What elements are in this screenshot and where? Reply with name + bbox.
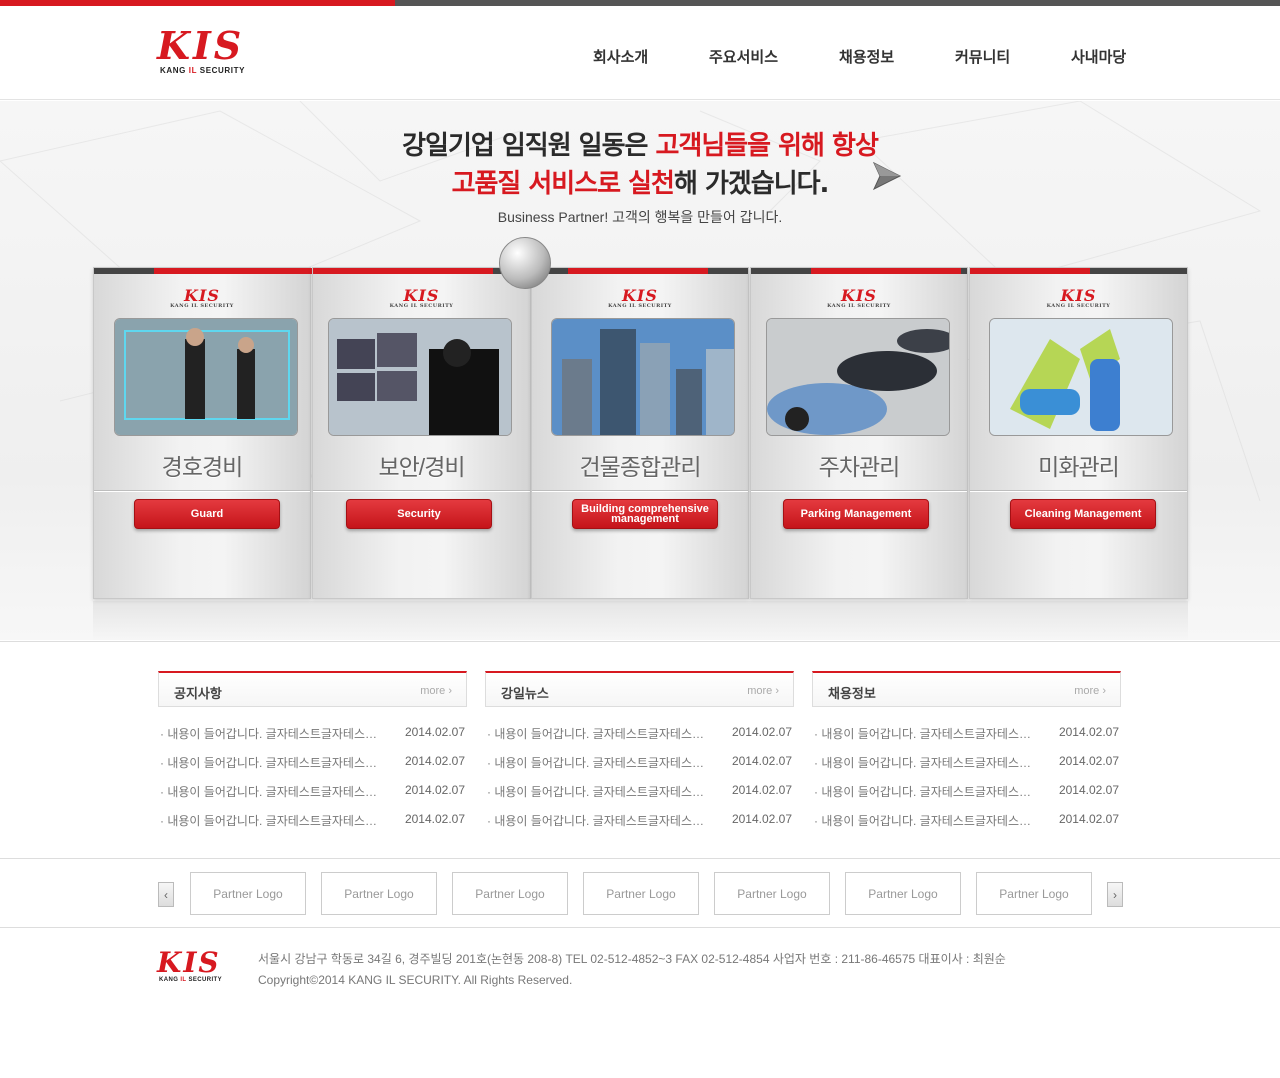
- panel-logo: KIS KANG IL SECURITY: [1046, 286, 1111, 309]
- board-recruit: 채용정보 more › · 내용이 들어갑니다. 글자테스트글자테스트글자테스트…: [812, 671, 1121, 841]
- panel-logo: KIS KANG IL SECURITY: [389, 286, 454, 309]
- partner-logo[interactable]: Partner Logo: [976, 872, 1092, 915]
- main-nav: 회사소개 주요서비스 채용정보 커뮤니티 사내마당: [560, 46, 1160, 66]
- list-item[interactable]: · 내용이 들어갑니다. 글자테스트글자테스트글자테스트2014.02.07: [485, 812, 794, 841]
- hero-banner: 강일기업 임직원 일동은 고객님들을 위해 항상 고품질 서비스로 실천해 가겠…: [0, 101, 1280, 640]
- list-item[interactable]: · 내용이 들어갑니다. 글자테스트글자테스트글자테스트2014.02.07: [158, 754, 467, 783]
- service-title: 건물종합관리: [579, 454, 702, 480]
- list-item[interactable]: · 내용이 들어갑니다. 글자테스트글자테스트글자테스트2014.02.07: [158, 725, 467, 754]
- list-item[interactable]: · 내용이 들어갑니다. 글자테스트글자테스트글자테스트2014.02.07: [485, 783, 794, 812]
- partner-logo[interactable]: Partner Logo: [845, 872, 961, 915]
- list-item[interactable]: · 내용이 들어갑니다. 글자테스트글자테스트글자테스트2014.02.07: [158, 812, 467, 841]
- guard-button[interactable]: Guard: [134, 499, 280, 529]
- bodyguards-photo: [114, 318, 298, 436]
- partner-logo[interactable]: Partner Logo: [321, 872, 437, 915]
- list-item[interactable]: · 내용이 들어갑니다. 글자테스트글자테스트글자테스트2014.02.07: [485, 725, 794, 754]
- hero-headline: 강일기업 임직원 일동은 고객님들을 위해 항상 고품질 서비스로 실천해 가겠…: [0, 127, 1280, 227]
- more-link[interactable]: more ›: [747, 685, 779, 697]
- board-title: 공지사항: [174, 686, 222, 701]
- list-item[interactable]: · 내용이 들어갑니다. 글자테스트글자테스트글자테스트2014.02.07: [158, 783, 467, 812]
- board-section: 공지사항 more › · 내용이 들어갑니다. 글자테스트글자테스트글자테스트…: [0, 641, 1280, 859]
- building-management-button[interactable]: Building comprehensive management: [572, 499, 718, 529]
- service-panel-guard: KIS KANG IL SECURITY 경호경비 Guard: [93, 267, 312, 599]
- list-item[interactable]: · 내용이 들어갑니다. 글자테스트글자테스트글자테스트2014.02.07: [812, 812, 1121, 841]
- nav-services[interactable]: 주요서비스: [709, 46, 778, 67]
- partner-logo[interactable]: Partner Logo: [452, 872, 568, 915]
- chevron-left-icon[interactable]: ‹: [158, 882, 174, 907]
- partner-logo[interactable]: Partner Logo: [714, 872, 830, 915]
- partner-carousel: ‹ Partner Logo Partner Logo Partner Logo…: [0, 861, 1280, 928]
- list-item[interactable]: · 내용이 들어갑니다. 글자테스트글자테스트글자테스트2014.02.07: [485, 754, 794, 783]
- service-title: 보안/경비: [378, 454, 465, 480]
- headline-line1-black: 강일기업 임직원 일동은: [402, 131, 656, 161]
- headline-line2-black: 해 가겠습니다.: [673, 169, 829, 199]
- partner-logo[interactable]: Partner Logo: [583, 872, 699, 915]
- site-logo[interactable]: KIS KANG IL SECURITY: [157, 23, 267, 80]
- board-title: 채용정보: [828, 686, 876, 701]
- site-footer: KIS KANG IL SECURITY 서울시 강남구 학동로 34길 6, …: [0, 929, 1280, 1078]
- service-panel-building: KIS KANG IL SECURITY 건물종합관리 Building comp…: [531, 267, 749, 599]
- cleaning-management-button[interactable]: Cleaning Management: [1010, 499, 1156, 529]
- arrow-right-icon[interactable]: [870, 159, 904, 193]
- list-item[interactable]: · 내용이 들어갑니다. 글자테스트글자테스트글자테스트2014.02.07: [812, 754, 1121, 783]
- nav-intranet[interactable]: 사내마당: [1071, 46, 1126, 67]
- nav-company[interactable]: 회사소개: [593, 46, 648, 67]
- globe-ornament: [499, 237, 551, 289]
- footer-copyright: Copyright©2014 KANG IL SECURITY. All Rig…: [258, 973, 573, 987]
- more-link[interactable]: more ›: [420, 685, 452, 697]
- security-button[interactable]: Security: [346, 499, 492, 529]
- service-panel-security: KIS KANG IL SECURITY 보안/경비 Security: [312, 267, 531, 599]
- parked-cars-photo: [766, 318, 950, 436]
- footer-address: 서울시 강남구 학동로 34길 6, 경주빌딩 201호(논현동 208-8) …: [258, 952, 1006, 966]
- board-notice: 공지사항 more › · 내용이 들어갑니다. 글자테스트글자테스트글자테스트…: [158, 671, 467, 841]
- list-item[interactable]: · 내용이 들어갑니다. 글자테스트글자테스트글자테스트2014.02.07: [812, 725, 1121, 754]
- service-title: 경호경비: [161, 454, 244, 480]
- list-item[interactable]: · 내용이 들어갑니다. 글자테스트글자테스트글자테스트2014.02.07: [812, 783, 1121, 812]
- panel-logo: KIS KANG IL SECURITY: [170, 286, 234, 309]
- panel-logo: KIS KANG IL SECURITY: [608, 286, 672, 309]
- board-news: 강일뉴스 more › · 내용이 들어갑니다. 글자테스트글자테스트글자테스트…: [485, 671, 794, 841]
- buildings-photo: [551, 318, 735, 436]
- service-title: 주차관리: [818, 454, 901, 480]
- cctv-monitoring-photo: [328, 318, 512, 436]
- service-title: 미화관리: [1038, 454, 1120, 480]
- cleaning-supplies-photo: [989, 318, 1173, 436]
- footer-info: 서울시 강남구 학동로 34길 6, 경주빌딩 201호(논현동 208-8) …: [258, 949, 1006, 991]
- logo-subtitle: KANG IL SECURITY: [160, 66, 246, 75]
- partner-logo[interactable]: Partner Logo: [190, 872, 306, 915]
- service-panel-parking: KIS KANG IL SECURITY 주차관리 Parking Managem…: [750, 267, 968, 599]
- logo-mark: KIS: [157, 23, 245, 68]
- service-panel-cleaning: KIS KANG IL SECURITY 미화관리 Cleaning Manage…: [969, 267, 1188, 599]
- site-header: KIS KANG IL SECURITY 회사소개 주요서비스 채용정보 커뮤니…: [0, 6, 1280, 100]
- panel-reflection: [93, 601, 1188, 640]
- hero-tagline: Business Partner! 고객의 행복을 만들어 갑니다.: [497, 209, 783, 225]
- headline-line1-red: 고객님들을 위해 항상: [655, 131, 878, 161]
- nav-community[interactable]: 커뮤니티: [955, 46, 1010, 67]
- more-link[interactable]: more ›: [1074, 685, 1106, 697]
- chevron-right-icon[interactable]: ›: [1107, 882, 1123, 907]
- panel-logo: KIS KANG IL SECURITY: [827, 286, 891, 309]
- headline-line2-red: 고품질 서비스로 실천: [451, 169, 675, 199]
- nav-recruit[interactable]: 채용정보: [839, 46, 894, 67]
- parking-management-button[interactable]: Parking Management: [783, 499, 929, 529]
- board-title: 강일뉴스: [501, 686, 549, 701]
- footer-logo: KIS KANG IL SECURITY: [157, 946, 222, 984]
